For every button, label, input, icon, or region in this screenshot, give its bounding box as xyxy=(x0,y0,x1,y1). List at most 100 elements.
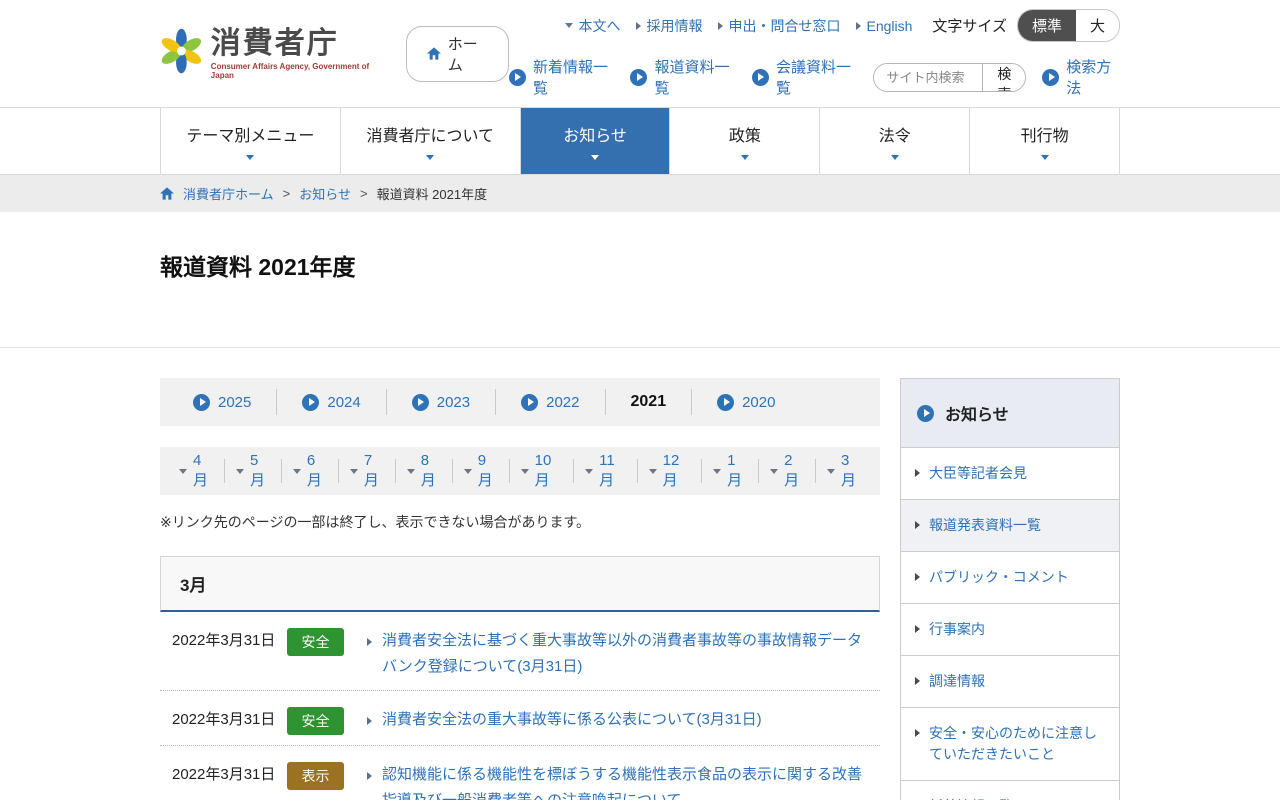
chevron-down-icon xyxy=(406,468,415,474)
year-tab-2023[interactable]: 2023 xyxy=(387,389,497,415)
month-link-10[interactable]: 10月 xyxy=(510,452,575,489)
contact-link[interactable]: 申出・問合せ窓口 xyxy=(718,16,840,36)
circle-arrow-icon xyxy=(411,393,429,411)
sidebar-item-press-release-list[interactable]: 報道発表資料一覧 xyxy=(901,499,1119,551)
chevron-down-icon xyxy=(770,468,779,474)
chevron-right-icon xyxy=(915,729,920,737)
meeting-materials-list-link[interactable]: 会議資料一覧 xyxy=(751,56,858,98)
recruit-link[interactable]: 採用情報 xyxy=(636,16,702,36)
chevron-down-icon xyxy=(292,468,301,474)
home-icon xyxy=(160,187,174,200)
site-search: 検索 xyxy=(873,62,1027,92)
circle-arrow-icon xyxy=(1042,68,1060,86)
sidebar-item-public-comment[interactable]: パブリック・コメント xyxy=(901,551,1119,603)
link-notice: ※リンク先のページの一部は終了し、表示できない場合があります。 xyxy=(160,514,591,530)
news-date: 2022年3月31日 xyxy=(172,766,276,783)
category-badge: 安全 xyxy=(287,707,344,735)
month-section-title: 3月 xyxy=(180,576,207,595)
nav-tab-laws[interactable]: 法令 xyxy=(820,108,971,174)
chevron-right-icon xyxy=(915,469,920,477)
year-tabs: 2025 2024 2023 2022 2021 2020 xyxy=(160,378,880,426)
month-link-1[interactable]: 1月 xyxy=(702,452,760,489)
news-link[interactable]: 消費者安全法の重大事故等に係る公表について(3月31日) xyxy=(382,707,868,733)
chevron-down-icon xyxy=(349,468,358,474)
title-section: 報道資料 2021年度 xyxy=(0,248,1280,348)
search-button[interactable]: 検索 xyxy=(982,63,1026,91)
search-help-link[interactable]: 検索方法 xyxy=(1042,56,1120,98)
year-tab-2020[interactable]: 2020 xyxy=(692,389,800,415)
news-link[interactable]: 認知機能に係る機能性を標ぼうする機能性表示食品の表示に関する改善指導及び一般消費… xyxy=(382,762,868,800)
chevron-down-icon xyxy=(648,468,657,474)
category-badge: 表示 xyxy=(287,762,344,790)
month-link-2[interactable]: 2月 xyxy=(759,452,817,489)
chevron-down-icon xyxy=(246,155,255,160)
breadcrumb-home-link[interactable]: 消費者庁ホーム xyxy=(183,184,274,203)
sidebar-item-procurement[interactable]: 調達情報 xyxy=(901,655,1119,707)
news-date: 2022年3月31日 xyxy=(172,711,276,728)
chevron-down-icon xyxy=(520,468,529,474)
home-button[interactable]: ホーム xyxy=(405,25,509,82)
chevron-right-icon xyxy=(915,521,920,529)
month-link-9[interactable]: 9月 xyxy=(453,452,510,489)
sidebar-item-events[interactable]: 行事案内 xyxy=(901,603,1119,655)
agency-logo[interactable]: 消費者庁 Consumer Affairs Agency, Government… xyxy=(160,27,382,80)
chevron-down-icon xyxy=(565,23,574,28)
breadcrumb-news-link[interactable]: お知らせ xyxy=(299,184,351,203)
english-link[interactable]: English xyxy=(856,18,912,34)
year-tab-2025[interactable]: 2025 xyxy=(168,389,278,415)
circle-arrow-icon xyxy=(630,68,648,86)
circle-arrow-icon xyxy=(521,393,539,411)
month-link-6[interactable]: 6月 xyxy=(282,452,339,489)
font-size-label: 文字サイズ xyxy=(932,18,1007,35)
year-tab-2024[interactable]: 2024 xyxy=(277,389,387,415)
year-tab-2022[interactable]: 2022 xyxy=(496,389,606,415)
chevron-right-icon xyxy=(367,772,372,780)
month-link-8[interactable]: 8月 xyxy=(396,452,453,489)
circle-arrow-icon xyxy=(302,393,320,411)
chevron-right-icon xyxy=(718,21,724,30)
sidebar-item-press-conference[interactable]: 大臣等記者会見 xyxy=(901,447,1119,499)
nav-tab-news[interactable]: お知らせ xyxy=(520,108,671,174)
chevron-right-icon xyxy=(367,638,372,646)
circle-arrow-icon xyxy=(193,393,210,411)
circle-arrow-icon xyxy=(717,393,735,411)
nav-tab-publications[interactable]: 刊行物 xyxy=(970,108,1120,174)
news-row: 2022年3月31日 安全 消費者安全法の重大事故等に係る公表について(3月31… xyxy=(160,691,880,746)
month-link-12[interactable]: 12月 xyxy=(638,452,703,489)
chevron-down-icon xyxy=(591,155,600,160)
sidebar-item-safety-cautions[interactable]: 安全・安心のために注意していただきたいこと xyxy=(901,707,1119,780)
month-links: 4月 5月 6月 7月 8月 9月 10月 11月 12月 1月 2月 3月 xyxy=(160,447,880,495)
month-link-5[interactable]: 5月 xyxy=(225,452,282,489)
chevron-down-icon xyxy=(463,468,472,474)
chevron-down-icon xyxy=(890,155,899,160)
site-header: 消費者庁 Consumer Affairs Agency, Government… xyxy=(0,0,1280,107)
month-link-11[interactable]: 11月 xyxy=(574,452,638,489)
font-size-standard-button[interactable]: 標準 xyxy=(1017,10,1076,41)
new-info-list-link[interactable]: 新着情報一覧 xyxy=(508,56,615,98)
page-title: 報道資料 2021年度 xyxy=(160,254,356,280)
nav-tab-theme-menu[interactable]: テーマ別メニュー xyxy=(161,108,341,174)
chevron-right-icon xyxy=(915,625,920,633)
search-input[interactable] xyxy=(874,63,983,91)
chevron-down-icon xyxy=(585,468,594,474)
month-link-4[interactable]: 4月 xyxy=(168,452,225,489)
news-link[interactable]: 消費者安全法に基づく重大事故等以外の消費者事故等の事故情報データバンク登録につい… xyxy=(382,628,868,680)
breadcrumb: 消費者庁ホーム > お知らせ > 報道資料 2021年度 xyxy=(0,175,1280,212)
news-sidebar: お知らせ 大臣等記者会見 報道発表資料一覧 パブリック・コメント 行事案内 調達… xyxy=(900,378,1120,800)
main-navigation: テーマ別メニュー 消費者庁について お知らせ 政策 法令 刊行物 xyxy=(0,107,1280,175)
month-link-3[interactable]: 3月 xyxy=(816,452,872,489)
chevron-down-icon xyxy=(426,155,435,160)
skip-to-content-link[interactable]: 本文へ xyxy=(565,16,620,36)
sidebar-title: お知らせ xyxy=(945,407,1009,424)
month-link-7[interactable]: 7月 xyxy=(339,452,396,489)
sidebar-item-new-info-list[interactable]: 新着情報一覧 xyxy=(901,780,1119,800)
news-row: 2022年3月31日 表示 認知機能に係る機能性を標ぼうする機能性表示食品の表示… xyxy=(160,746,880,800)
nav-tab-policy[interactable]: 政策 xyxy=(670,108,821,174)
breadcrumb-current: 報道資料 2021年度 xyxy=(376,187,488,202)
font-size-large-button[interactable]: 大 xyxy=(1075,10,1119,41)
nav-tab-about[interactable]: 消費者庁について xyxy=(341,108,521,174)
press-materials-list-link[interactable]: 報道資料一覧 xyxy=(630,56,736,98)
agency-name: 消費者庁 xyxy=(210,27,339,60)
month-section-header: 3月 xyxy=(160,556,880,612)
agency-name-en: Consumer Affairs Agency, Government of J… xyxy=(210,62,370,80)
